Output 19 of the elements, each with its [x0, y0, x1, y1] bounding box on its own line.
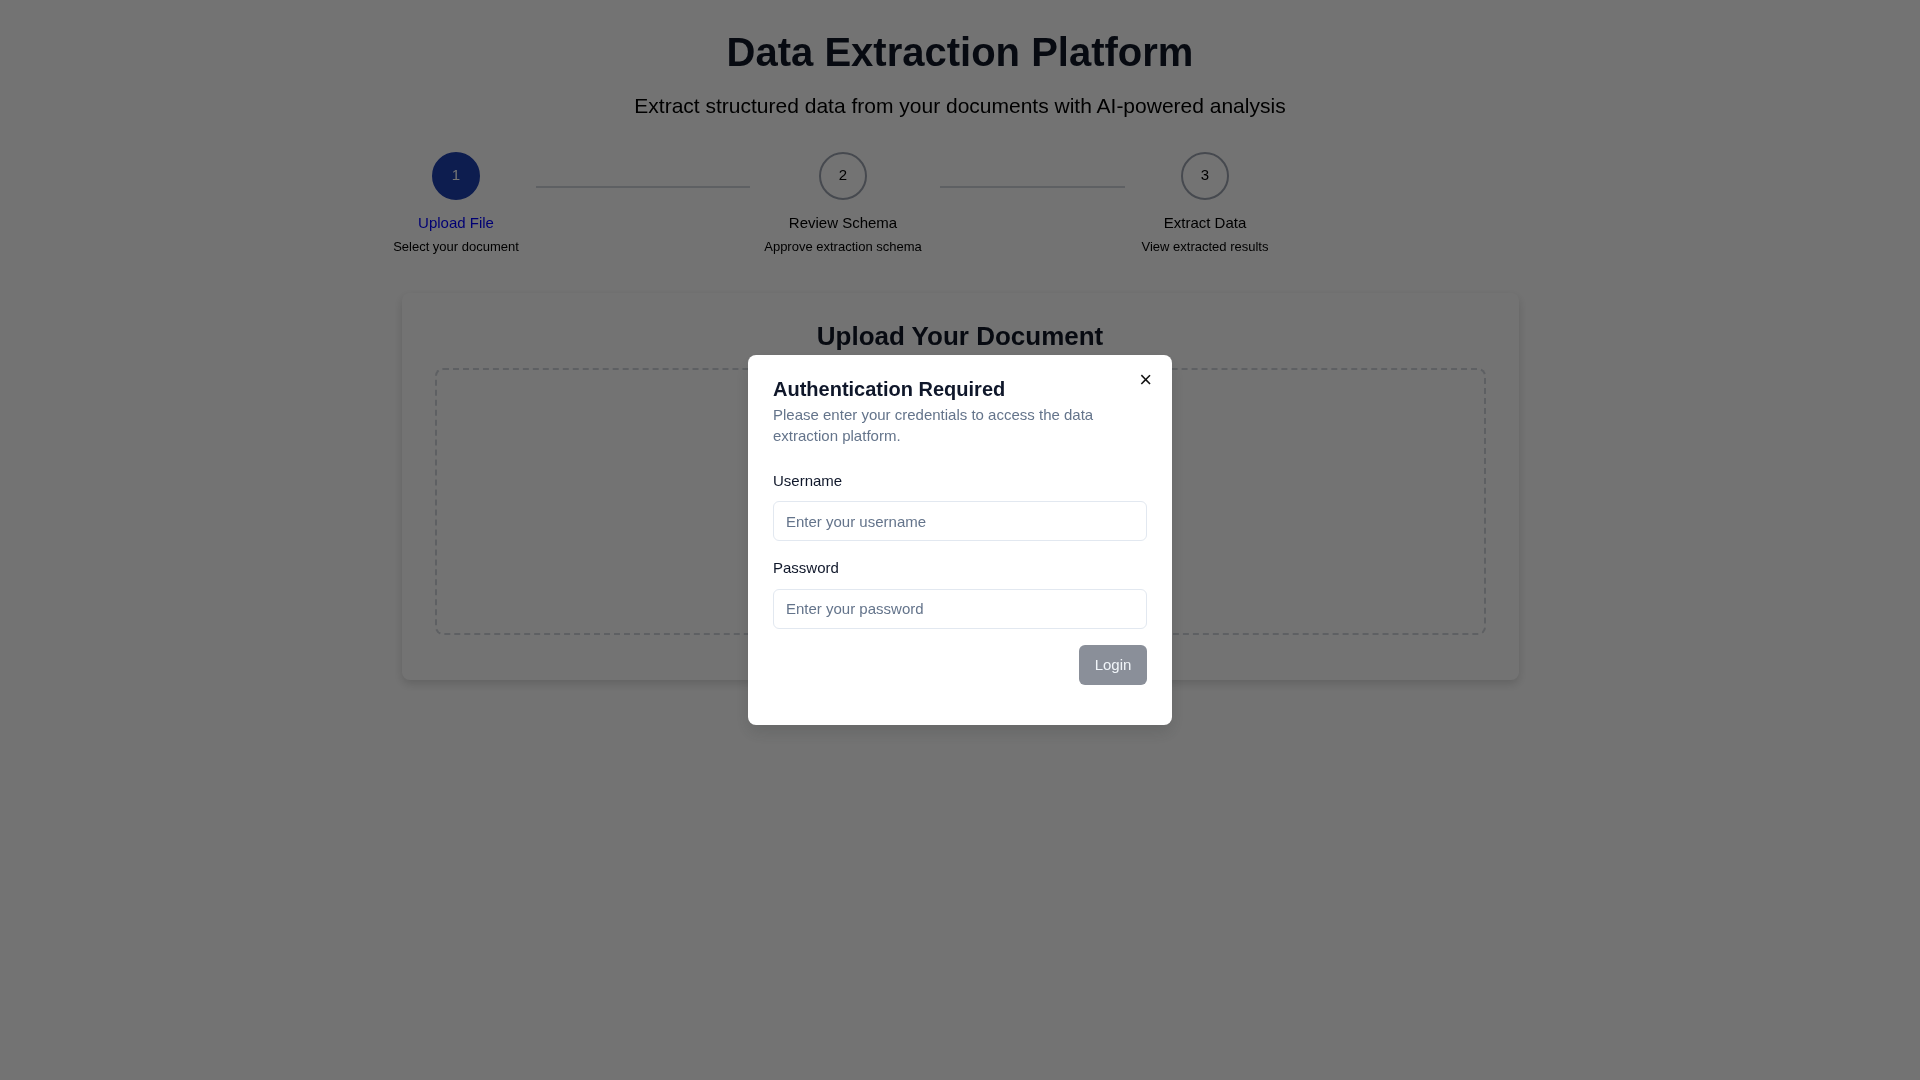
field-label: Password — [773, 558, 840, 579]
step-number: 2 — [819, 151, 867, 200]
step-description: Select your document — [393, 238, 519, 256]
step-description: View extracted results — [1141, 238, 1269, 256]
dialog-description: Please enter your credentials to access the data extraction platform. — [773, 405, 1095, 446]
step-label: Review Schema — [788, 212, 898, 233]
step-description: Approve extraction schema — [764, 238, 922, 256]
page-subtitle: Extract structured data from your documents with AI-powered analysis — [634, 93, 1286, 119]
dialog-title: Authentication Required — [773, 377, 1007, 402]
step-number: 3 — [1181, 151, 1229, 200]
step-number: 1 — [432, 151, 480, 200]
field-label: Username — [773, 470, 844, 491]
input-field[interactable]: Enter your username — [773, 501, 1147, 542]
card-title: Upload Your Document — [815, 320, 1105, 352]
input-field[interactable]: Enter your password — [773, 588, 1147, 629]
page-title: Data Extraction Platform — [726, 29, 1194, 76]
step-label: Extract Data — [1163, 212, 1247, 233]
close-button[interactable]: × — [1135, 369, 1156, 392]
step-label: Upload File — [418, 212, 494, 233]
